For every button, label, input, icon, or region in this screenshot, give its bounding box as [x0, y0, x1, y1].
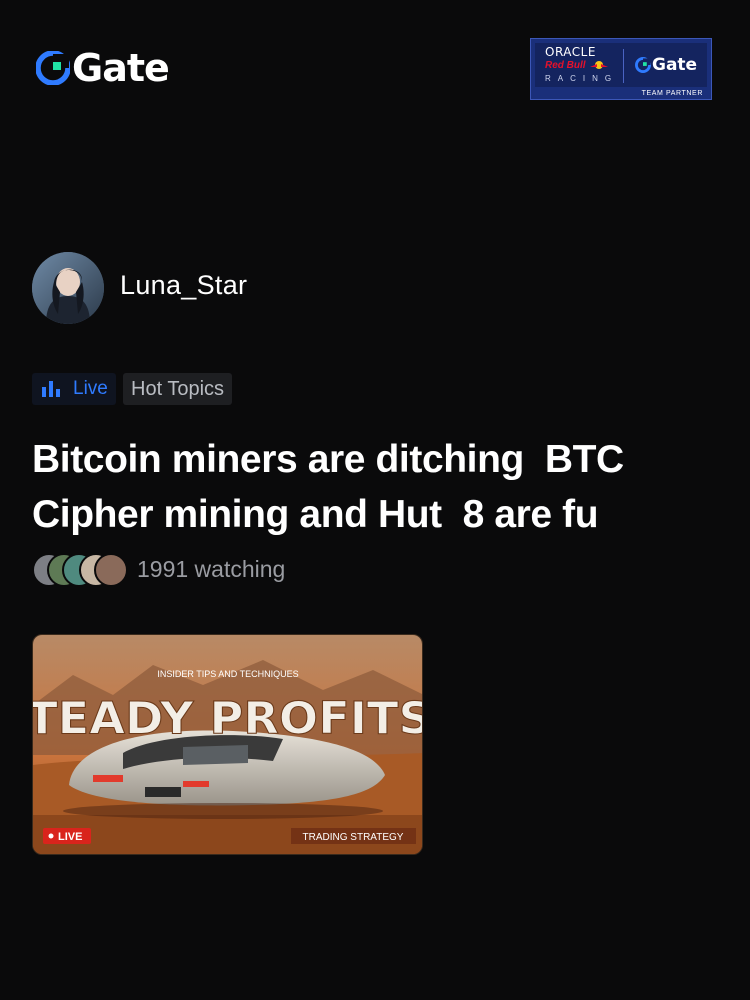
team-partner-text: TEAM PARTNER [641, 90, 703, 97]
thumbnail-headline: STEADY PROFITS [33, 693, 423, 745]
thumbnail-image: INSIDER TIPS AND TECHNIQUES STEADY PROFI… [33, 635, 423, 854]
live-bars-icon [42, 381, 63, 397]
live-tag[interactable]: Live [32, 373, 116, 405]
avatar[interactable] [32, 252, 104, 324]
stream-thumbnail[interactable]: INSIDER TIPS AND TECHNIQUES STEADY PROFI… [32, 634, 423, 855]
avatar-image [32, 252, 104, 324]
live-tag-label: Live [73, 378, 108, 399]
hot-topics-tag[interactable]: Hot Topics [123, 373, 233, 405]
partner-divider [623, 49, 624, 83]
post-page: Gate ORACLE Red Bull RACING Gate TEAM PA [0, 0, 750, 1000]
viewer-avatar [94, 553, 128, 587]
post-title[interactable]: Bitcoin miners are ditching BTC Cipher m… [32, 432, 722, 542]
bull-icon [590, 61, 608, 69]
watching-count: 1991 watching [137, 556, 286, 582]
partner-gate-logo: Gate [635, 55, 697, 75]
partner-badge-inner: ORACLE Red Bull RACING Gate [535, 43, 707, 87]
gate-logo-icon [36, 51, 70, 85]
author-name[interactable]: Luna_Star [120, 270, 247, 301]
partner-badge: ORACLE Red Bull RACING Gate TEAM PARTNER [530, 38, 712, 100]
brand-name: Gate [72, 46, 170, 90]
partner-brand: Gate [652, 55, 698, 75]
thumbnail-kicker: INSIDER TIPS AND TECHNIQUES [157, 669, 298, 679]
thumbnail-category: TRADING STRATEGY [303, 832, 404, 843]
gate-logo[interactable]: Gate [36, 46, 170, 90]
oracle-text: ORACLE [545, 45, 596, 59]
gate-logo-icon [635, 57, 651, 73]
live-badge: LIVE [58, 831, 82, 843]
racing-text: RACING [545, 74, 619, 83]
redbull-text: Red Bull [545, 60, 586, 71]
